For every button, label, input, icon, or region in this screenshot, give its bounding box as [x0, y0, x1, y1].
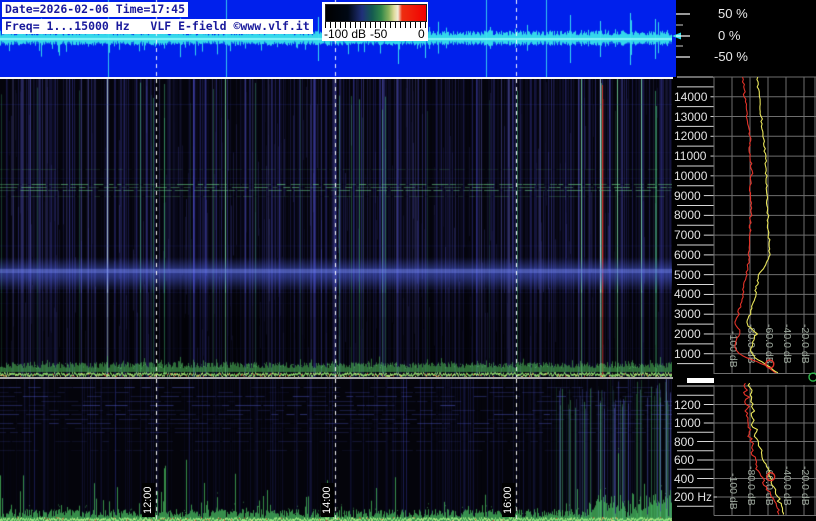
colorbar-label-min: -100 dB — [324, 27, 367, 41]
freq-range-overlay: Freq= 1...15000 Hz VLF E-field ©www.vlf.… — [2, 19, 313, 34]
time-tick-label-1600: 16:00 — [502, 483, 515, 517]
colorbar-label-max: 0 — [418, 27, 425, 41]
colorbar-gradient — [325, 4, 427, 22]
spectrum-traces-svg — [734, 76, 816, 515]
date-time-overlay: Date=2026-02-06 Time=17:45 — [2, 2, 189, 17]
time-tick-label-1400: 14:00 — [321, 483, 334, 517]
colorbar-label-mid: -50 — [370, 27, 388, 41]
colorbar: -100 dB -50 0 — [322, 2, 428, 41]
time-tick-label-1200: 12:00 — [142, 483, 155, 517]
vlf-monitor-screen: Date=2026-02-06 Time=17:45 Freq= 1...150… — [0, 0, 816, 521]
